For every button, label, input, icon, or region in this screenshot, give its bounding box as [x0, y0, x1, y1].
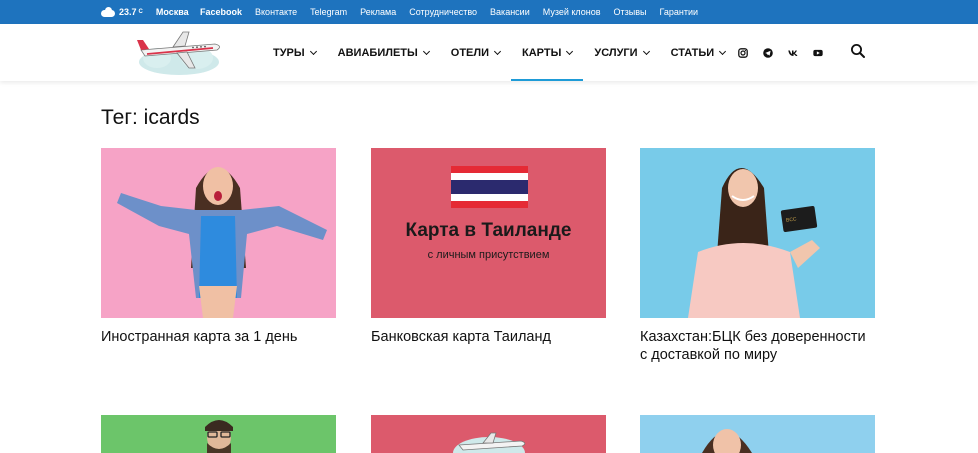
top-link-reviews[interactable]: Отзывы [614, 7, 647, 17]
woman-with-card-illustration: BCC [688, 168, 820, 318]
site-logo[interactable] [133, 28, 225, 78]
cloud-icon [101, 7, 115, 17]
nav-item-services[interactable]: УСЛУГИ [583, 24, 659, 81]
nav-item-label: ТУРЫ [273, 46, 305, 59]
post-card[interactable]: Иностранная карта за 1 день [101, 148, 336, 346]
nav-item-tours[interactable]: ТУРЫ [262, 24, 327, 81]
thailand-flag-icon [451, 166, 528, 208]
post-image-woman-smiling[interactable] [640, 415, 875, 453]
social-links [738, 24, 823, 81]
nav-item-articles[interactable]: СТАТЬИ [660, 24, 737, 81]
top-link-telegram[interactable]: Telegram [310, 7, 347, 17]
nav-item-label: КАРТЫ [522, 46, 562, 59]
chevron-down-icon [719, 47, 727, 55]
top-link-vacancies[interactable]: Вакансии [490, 7, 530, 17]
search-icon[interactable] [850, 43, 866, 59]
nav-item-label: СТАТЬИ [670, 46, 715, 59]
post-title[interactable]: Казахстан:БЦК без доверенности с доставк… [640, 328, 870, 364]
chevron-down-icon [309, 47, 317, 55]
top-link-vkontakte[interactable]: Вконтакте [255, 7, 297, 17]
top-bar: 23.7 C Москва Facebook Вконтакте Telegra… [0, 0, 978, 24]
weather-city: Москва [155, 7, 189, 17]
chevron-down-icon [493, 47, 502, 55]
vk-icon[interactable] [788, 48, 798, 58]
telegram-icon[interactable] [763, 47, 773, 58]
weather-unit: C [138, 9, 143, 15]
weather-temperature: 23.7 [119, 7, 137, 17]
man-illustration [205, 420, 233, 453]
top-link-advertising[interactable]: Реклама [360, 7, 396, 17]
post-image-thailand-card[interactable]: Карта в Таиланде с личным присутствием [371, 148, 606, 318]
woman-illustration [702, 429, 752, 453]
nav-item-flights[interactable]: АВИАБИЛЕТЫ [327, 24, 440, 81]
top-links: Facebook Вконтакте Telegram Реклама Сотр… [200, 0, 711, 24]
main-nav: ТУРЫ АВИАБИЛЕТЫ ОТЕЛИ КАРТЫ УСЛУГИ СТАТЬ… [262, 24, 736, 81]
chevron-down-icon [642, 47, 650, 55]
chevron-down-icon [422, 47, 430, 55]
post-title[interactable]: Банковская карта Таиланд [371, 328, 601, 346]
nav-item-cards[interactable]: КАРТЫ [511, 24, 584, 81]
top-link-cooperation[interactable]: Сотрудничество [409, 7, 477, 17]
weather-widget: 23.7 C Москва [101, 0, 189, 24]
post-card[interactable]: BCC Казахстан:БЦК без доверенности с дос… [640, 148, 875, 364]
woman-illustration [117, 167, 327, 318]
post-card[interactable]: Карта в Таиланде с личным присутствием Б… [371, 148, 606, 346]
nav-item-label: АВИАБИЛЕТЫ [337, 46, 418, 59]
top-link-clone-museum[interactable]: Музей клонов [543, 7, 601, 17]
instagram-icon[interactable] [738, 47, 748, 58]
youtube-icon[interactable] [813, 48, 823, 58]
plane-logo-illustration [453, 432, 526, 453]
nav-item-hotels[interactable]: ОТЕЛИ [440, 24, 511, 81]
nav-item-label: УСЛУГИ [594, 46, 638, 59]
post-image-man-glasses[interactable] [101, 415, 336, 453]
nav-item-label: ОТЕЛИ [450, 46, 490, 59]
promo-title: Карта в Таиланде [405, 220, 572, 241]
top-link-guarantees[interactable]: Гарантии [660, 7, 699, 17]
page-title: Тег: icards [101, 106, 200, 129]
post-image-logo-plane[interactable] [371, 415, 606, 453]
post-title[interactable]: Иностранная карта за 1 день [101, 328, 331, 346]
promo-subtitle: с личным присутствием [427, 249, 550, 261]
post-image-woman-excited[interactable] [101, 148, 336, 318]
post-image-woman-card[interactable]: BCC [640, 148, 875, 318]
site-header: ТУРЫ АВИАБИЛЕТЫ ОТЕЛИ КАРТЫ УСЛУГИ СТАТЬ… [0, 24, 978, 81]
chevron-down-icon [566, 47, 574, 55]
top-link-facebook[interactable]: Facebook [200, 7, 242, 17]
